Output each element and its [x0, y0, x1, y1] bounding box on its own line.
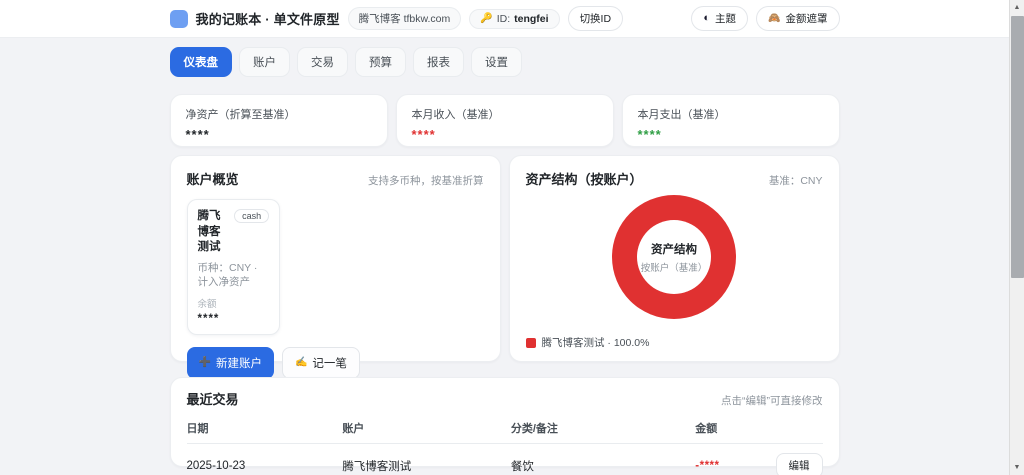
accounts-overview-panel: 账户概览 支持多币种，按基准折算 腾飞博客测试 cash 币种：CNY · 计入…: [169, 155, 501, 379]
tab-reports[interactable]: 报表: [413, 47, 464, 77]
account-currency-line: 币种：CNY · 计入净资产: [197, 261, 258, 289]
legend-color-swatch: [525, 337, 536, 348]
account-name: 腾飞博客测试: [197, 210, 221, 254]
column-header-account: 账户: [342, 423, 365, 435]
column-header-amount: 金额: [695, 423, 718, 435]
app-logo-icon: [169, 9, 188, 28]
tab-budget[interactable]: 预算: [355, 47, 406, 77]
writing-hand-icon: ✍️: [294, 356, 308, 368]
transactions-hint: 点击“编辑”可直接修改: [721, 395, 823, 407]
user-id-badge: 🔑 ID: tengfei: [469, 8, 560, 29]
accounts-panel-note: 支持多币种，按基准折算: [368, 175, 484, 187]
see-no-evil-icon: 🙈: [768, 12, 781, 24]
app-title: 我的记账本 · 单文件原型: [195, 12, 340, 27]
tab-settings[interactable]: 设置: [471, 47, 522, 77]
account-balance-label: 余额: [197, 298, 217, 310]
month-income-label: 本月收入（基准）: [411, 109, 500, 121]
scrollbar-up-arrow[interactable]: ▲: [1010, 0, 1024, 15]
net-worth-value: ****: [185, 127, 210, 142]
app-page: 我的记账本 · 单文件原型 腾飞博客 tfbkw.com 🔑 ID: tengf…: [0, 0, 1009, 475]
asset-panel-title: 资产结构（按账户）: [525, 172, 643, 187]
asset-structure-panel: 资产结构（按账户） 基准：CNY 资产结构 按账户（基准） 腾飞博客测试 · 1…: [508, 155, 840, 362]
top-bar: 我的记账本 · 单文件原型 腾飞博客 tfbkw.com 🔑 ID: tengf…: [0, 0, 1009, 38]
donut-center-text: 资产结构 按账户（基准）: [612, 195, 736, 319]
donut-center-subtitle: 按账户（基准）: [640, 262, 708, 274]
theme-icon: ◐: [703, 12, 711, 24]
transaction-category: 餐饮: [510, 460, 534, 473]
key-icon: 🔑: [480, 12, 493, 24]
transaction-date: 2025-10-23: [186, 459, 246, 472]
new-account-button[interactable]: ➕ 新建账户: [186, 346, 274, 379]
month-income-value: ****: [411, 127, 436, 142]
column-header-date: 日期: [186, 423, 209, 435]
asset-donut-chart: 资产结构 按账户（基准）: [612, 195, 736, 319]
add-record-label: 记一笔: [312, 357, 347, 370]
legend-label: 腾飞博客测试 · 100.0%: [541, 337, 650, 349]
switch-id-button[interactable]: 切换ID: [567, 6, 624, 31]
plus-icon: ➕: [198, 356, 211, 368]
transaction-account: 腾飞博客测试: [342, 460, 412, 473]
account-type-badge: cash: [234, 209, 270, 223]
month-expense-card: 本月支出（基准） ****: [621, 94, 840, 147]
month-income-card: 本月收入（基准） ****: [395, 94, 614, 147]
scrollbar-thumb[interactable]: [1011, 16, 1024, 278]
add-record-button[interactable]: ✍️ 记一笔: [281, 346, 360, 379]
user-id-prefix: ID:: [496, 12, 511, 25]
transaction-amount: -****: [695, 459, 720, 472]
table-header-row: 日期 账户 分类/备注 金额: [186, 415, 823, 444]
transactions-panel-title: 最近交易: [186, 392, 239, 407]
accounts-actions: ➕ 新建账户 ✍️ 记一笔: [186, 346, 484, 379]
account-balance-value: ****: [197, 312, 220, 325]
accounts-panel-title: 账户概览: [186, 172, 239, 187]
donut-chart-area: 资产结构 按账户（基准）: [526, 195, 823, 319]
net-worth-card: 净资产（折算至基准） ****: [169, 94, 388, 147]
summary-cards: 净资产（折算至基准） **** 本月收入（基准） **** 本月支出（基准） *…: [169, 94, 840, 147]
month-expense-value: ****: [637, 127, 662, 142]
account-card[interactable]: 腾飞博客测试 cash 币种：CNY · 计入净资产 余额 ****: [186, 199, 281, 335]
theme-label: 主题: [715, 13, 737, 25]
middle-panels: 账户概览 支持多币种，按基准折算 腾飞博客测试 cash 币种：CNY · 计入…: [169, 155, 840, 379]
scrollbar-down-arrow[interactable]: ▼: [1010, 460, 1024, 475]
base-currency-note: 基准：CNY: [768, 175, 823, 187]
new-account-label: 新建账户: [215, 357, 262, 370]
vertical-scrollbar[interactable]: ▲ ▼: [1009, 0, 1024, 475]
transactions-table: 日期 账户 分类/备注 金额 2025-10-23 腾飞博客测试 餐饮 -***…: [186, 415, 823, 475]
donut-center-title: 资产结构: [651, 243, 697, 256]
theme-toggle-button[interactable]: ◐ 主题: [691, 6, 749, 31]
user-id-value: tengfei: [514, 12, 549, 25]
table-row: 2025-10-23 腾飞博客测试 餐饮 -**** 编辑: [187, 444, 823, 475]
tab-accounts[interactable]: 账户: [239, 47, 290, 77]
switch-id-label: 切换ID: [579, 13, 612, 25]
net-worth-label: 净资产（折算至基准）: [185, 109, 296, 121]
column-header-category: 分类/备注: [510, 423, 558, 435]
site-badge: 腾飞博客 tfbkw.com: [347, 7, 462, 30]
amount-mask-label: 金额遮罩: [785, 13, 828, 25]
site-badge-label: 腾飞博客 tfbkw.com: [358, 13, 451, 25]
edit-transaction-button[interactable]: 编辑: [775, 453, 823, 475]
amount-mask-button[interactable]: 🙈 金额遮罩: [756, 6, 840, 31]
tab-dashboard[interactable]: 仪表盘: [169, 47, 232, 77]
chart-legend: 腾飞博客测试 · 100.0%: [525, 335, 650, 350]
month-expense-label: 本月支出（基准）: [637, 109, 726, 121]
main-content: 仪表盘 账户 交易 预算 报表 设置 净资产（折算至基准） **** 本月收入（…: [169, 47, 840, 475]
account-card-grid: 腾飞博客测试 cash 币种：CNY · 计入净资产 余额 ****: [186, 199, 484, 335]
recent-transactions-panel: 最近交易 点击“编辑”可直接修改 日期 账户 分类/备注 金额 2025-10-…: [169, 377, 840, 475]
nav-tabs: 仪表盘 账户 交易 预算 报表 设置: [169, 47, 840, 77]
tab-transactions[interactable]: 交易: [297, 47, 348, 77]
